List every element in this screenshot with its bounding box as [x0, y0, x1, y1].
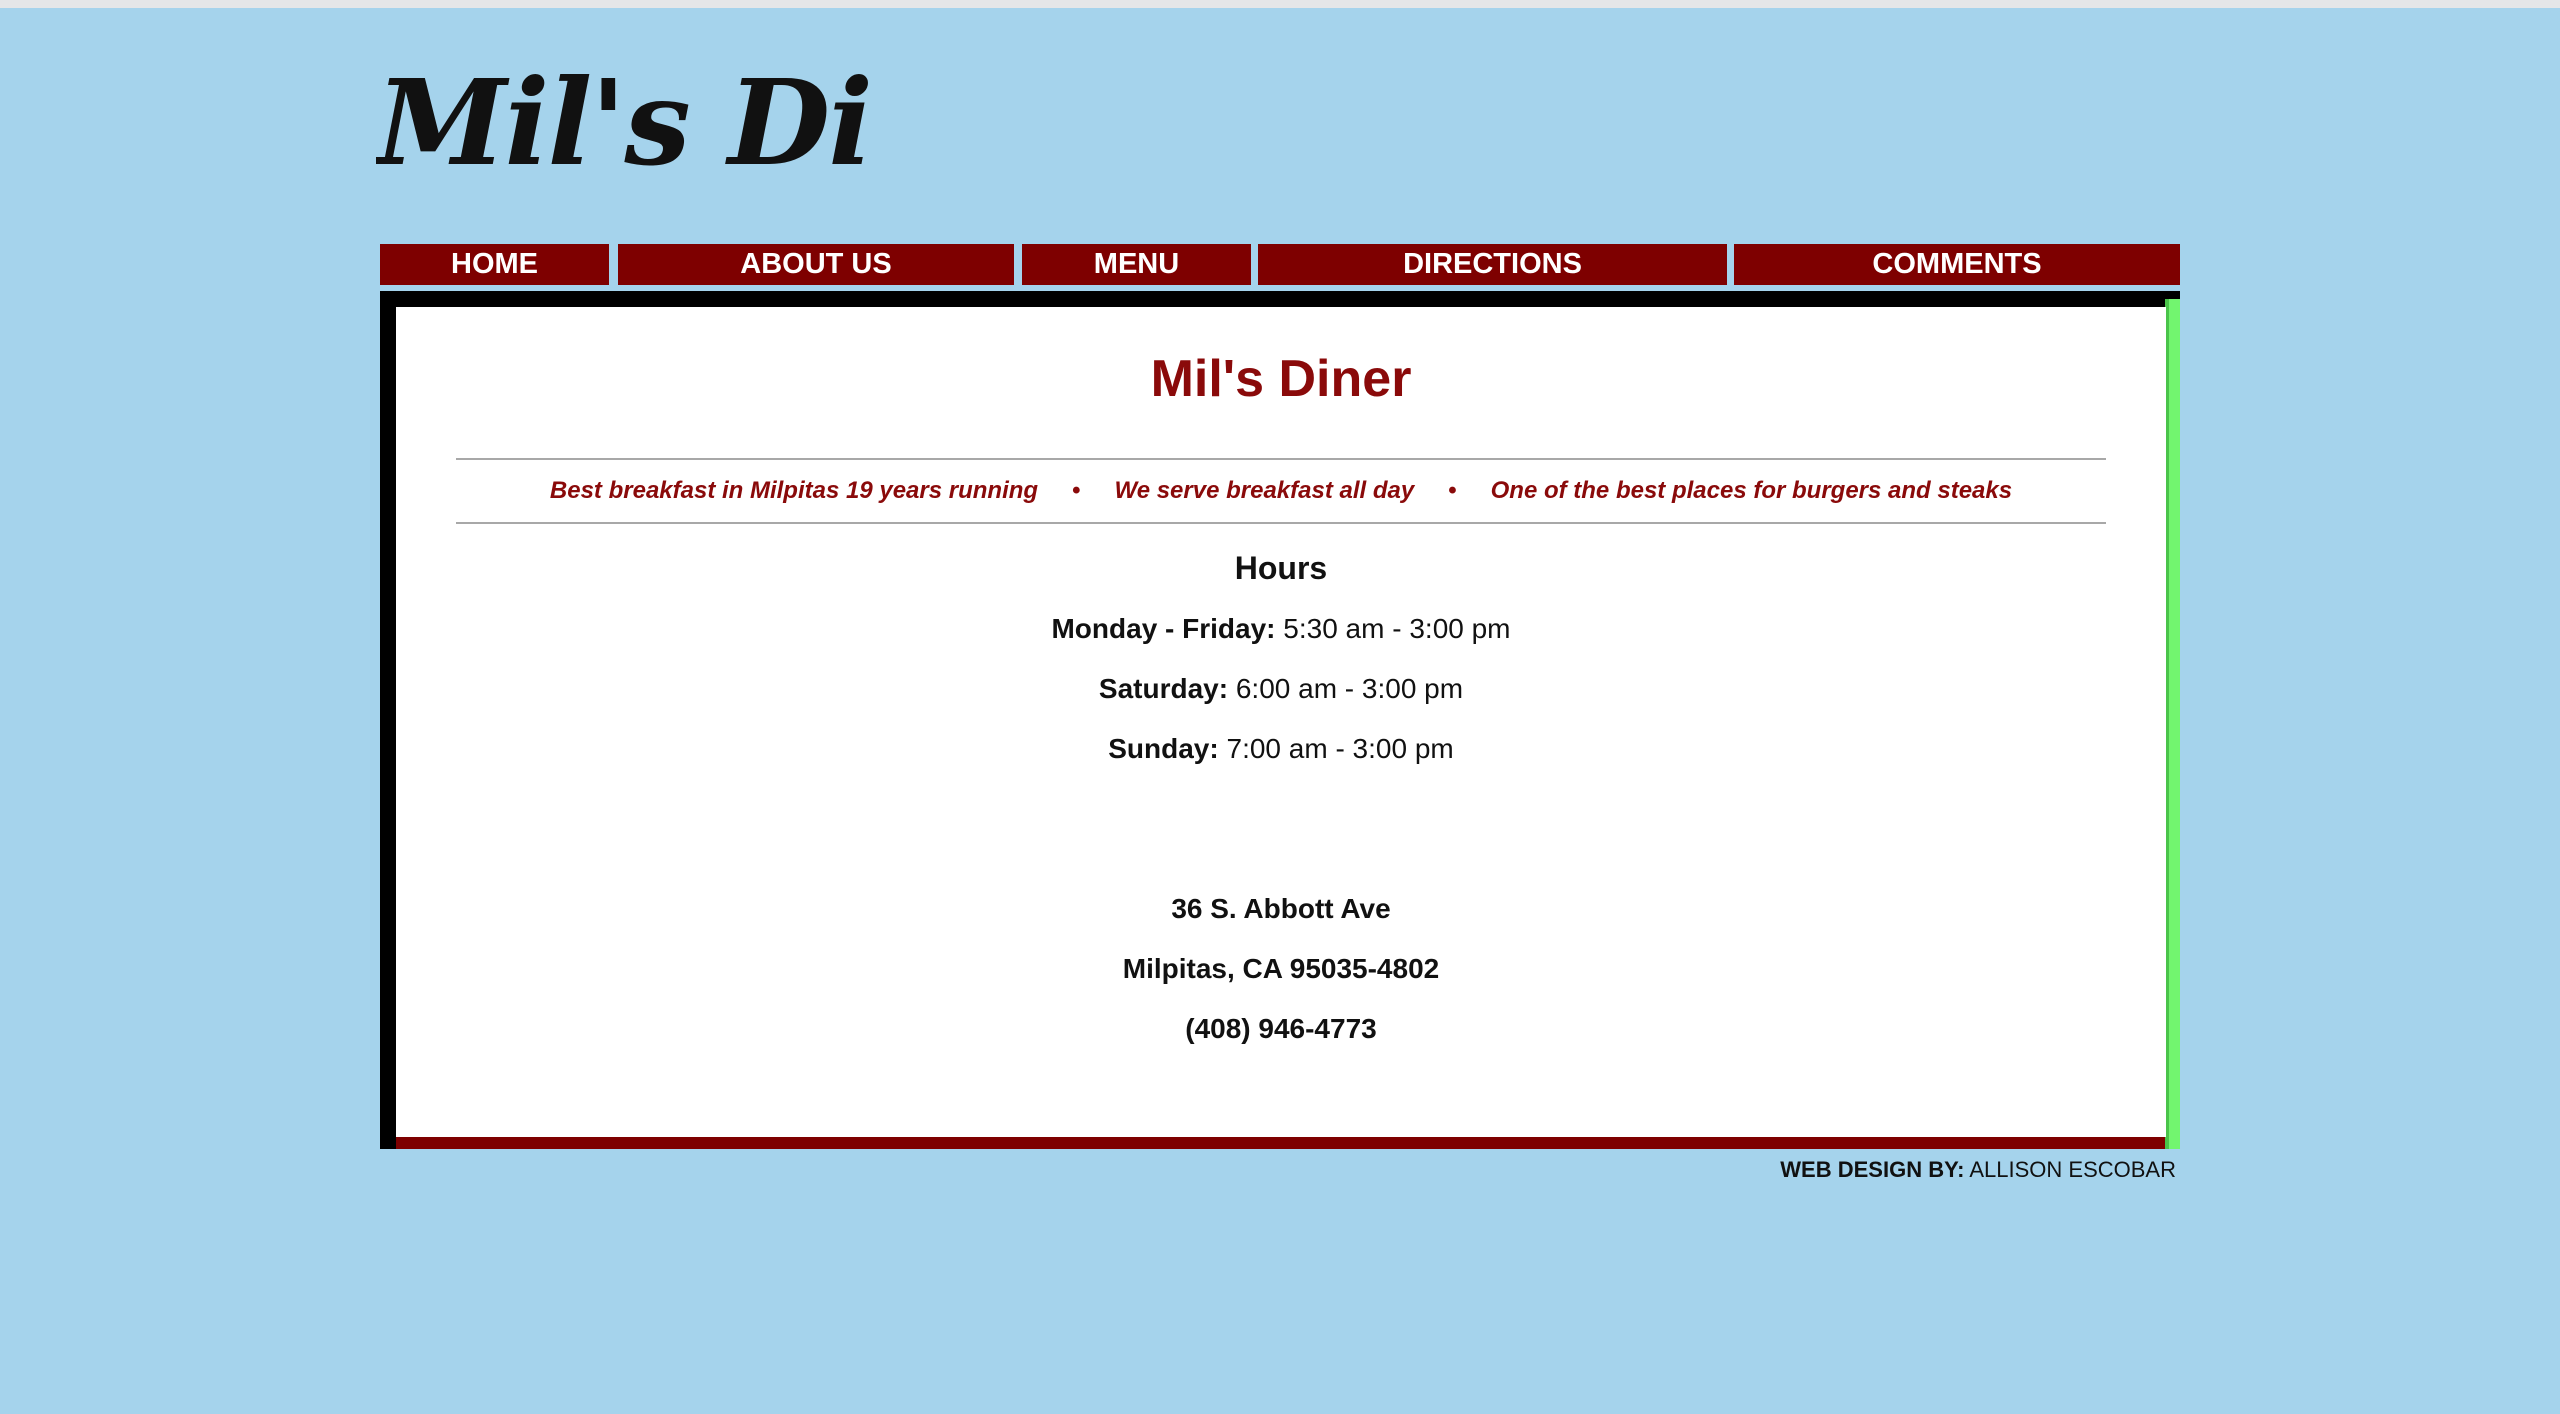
footer-designer: ALLISON ESCOBAR	[1969, 1157, 2176, 1182]
hours-day: Monday - Friday:	[1051, 613, 1276, 644]
footer-credit: WEB DESIGN BY: ALLISON ESCOBAR	[380, 1157, 2176, 1183]
tagline-2: We serve breakfast all day	[1114, 477, 1415, 504]
hours-row: Sunday: 7:00 am - 3:00 pm	[396, 733, 2166, 765]
hours-time: 5:30 am - 3:00 pm	[1283, 613, 1511, 644]
address-city: Milpitas, CA 95035-4802	[1122, 953, 1440, 984]
divider-bottom	[456, 522, 2106, 524]
tagline-1: Best breakfast in Milpitas 19 years runn…	[549, 477, 1039, 504]
address-street: 36 S. Abbott Ave	[1171, 893, 1391, 924]
tagline-3: One of the best places for burgers and s…	[1490, 477, 2013, 504]
page-title: Mil's Diner	[1150, 350, 1412, 408]
hours-day: Saturday:	[1098, 673, 1229, 704]
hours-heading: Hours	[1234, 550, 1328, 586]
nav-about-us[interactable]: ABOUT US	[618, 244, 1014, 285]
bullet-separator: •	[1072, 477, 1081, 504]
hours-day: Sunday:	[1108, 733, 1219, 764]
hours-time: 6:00 am - 3:00 pm	[1235, 673, 1464, 704]
tagline-bar: Best breakfast in Milpitas 19 years runn…	[396, 477, 2166, 505]
frame-left-border	[380, 291, 396, 1149]
nav-home[interactable]: HOME	[380, 244, 609, 285]
divider-top	[456, 458, 2106, 460]
frame-bottom-border	[380, 1137, 2180, 1149]
nav-menu[interactable]: MENU	[1022, 244, 1251, 285]
footer-label: WEB DESIGN BY:	[1780, 1157, 1965, 1182]
logo-text: Mil's Diner	[376, 53, 876, 192]
frame-right-border	[2165, 299, 2180, 1149]
site-logo[interactable]: Mil's Diner	[376, 52, 876, 192]
frame-top-border	[380, 291, 2180, 307]
hours-time: 7:00 am - 3:00 pm	[1226, 733, 1454, 764]
hours-row: Saturday: 6:00 am - 3:00 pm	[396, 673, 2166, 705]
phone-number[interactable]: (408) 946-4773	[396, 1013, 2166, 1045]
hours-row: Monday - Friday: 5:30 am - 3:00 pm	[396, 613, 2166, 645]
nav-directions[interactable]: DIRECTIONS	[1258, 244, 1727, 285]
content-frame: Mil's Diner Best breakfast in Milpitas 1…	[380, 291, 2180, 1149]
nav-comments[interactable]: COMMENTS	[1734, 244, 2180, 285]
bullet-separator: •	[1448, 477, 1457, 504]
browser-top-strip	[0, 0, 2560, 8]
main-content: Mil's Diner Best breakfast in Milpitas 1…	[396, 307, 2166, 1137]
